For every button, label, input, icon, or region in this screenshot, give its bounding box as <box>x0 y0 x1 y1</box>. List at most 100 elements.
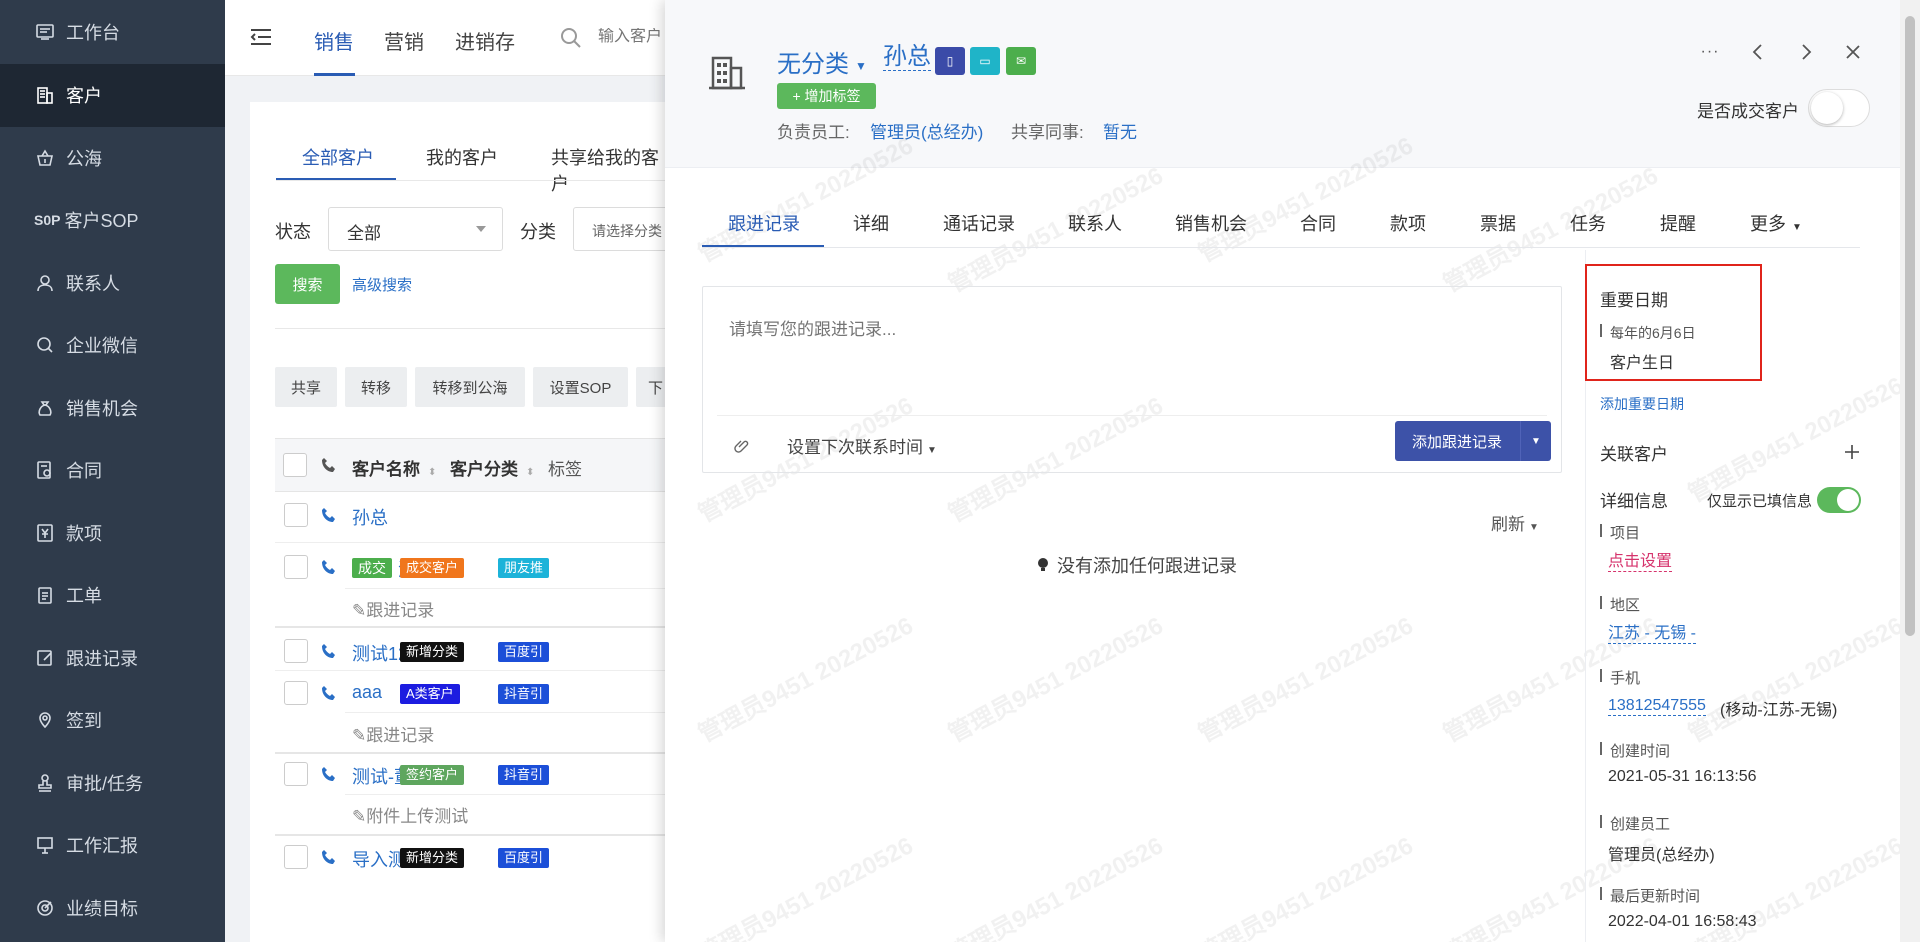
email-icon[interactable]: ✉ <box>1006 47 1036 75</box>
message-icon[interactable]: ▭ <box>970 47 1000 75</box>
move-to-pool-button[interactable]: 转移到公海 <box>415 367 525 407</box>
search-button[interactable]: 搜索 <box>275 264 340 304</box>
row-checkbox[interactable] <box>284 762 308 786</box>
tab-contracts[interactable]: 合同 <box>1300 210 1336 236</box>
tab-invoices[interactable]: 票据 <box>1480 210 1516 236</box>
subtab-my-customers[interactable]: 我的客户 <box>426 144 498 170</box>
row-checkbox[interactable] <box>284 555 308 579</box>
caret-down-icon: ▼ <box>927 445 937 456</box>
menu-collapse-icon[interactable] <box>249 27 273 47</box>
next-contact-dropdown[interactable]: 设置下次联系时间 ▼ <box>787 433 937 458</box>
nav-tab-inventory[interactable]: 进销存 <box>455 26 515 55</box>
sidebar-item-tickets[interactable]: 工单 <box>0 564 225 627</box>
category-dropdown[interactable]: 无分类 ▼ <box>777 44 867 79</box>
sidebar-item-contracts[interactable]: 合同 <box>0 439 225 502</box>
region-value[interactable]: 江苏 - 无锡 - <box>1608 624 1696 644</box>
source-tag: 百度引 <box>498 642 550 662</box>
share-value[interactable]: 暂无 <box>1103 118 1137 143</box>
sidebar-item-followups[interactable]: 跟进记录 <box>0 627 225 690</box>
subtab-shared-customers[interactable]: 共享给我的客户 <box>551 144 670 196</box>
only-filled-toggle[interactable] <box>1817 487 1861 513</box>
row-checkbox[interactable] <box>284 681 308 705</box>
chevron-left-icon[interactable] <box>1748 42 1768 62</box>
phone-icon[interactable] <box>321 849 337 865</box>
sidebar-item-wecom[interactable]: 企业微信 <box>0 314 225 377</box>
sidebar-item-approval[interactable]: 审批/任务 <box>0 752 225 815</box>
customer-name-link[interactable]: aaa <box>352 682 382 703</box>
plus-icon[interactable] <box>1843 443 1861 461</box>
search-icon[interactable] <box>560 27 582 49</box>
scrollbar-thumb[interactable] <box>1905 16 1915 636</box>
sidebar-item-label: 款项 <box>66 523 102 544</box>
sidebar-item-dashboard[interactable]: 工作台 <box>0 0 225 64</box>
followup-editor: 设置下次联系时间 ▼ 添加跟进记录 ▼ <box>702 286 1562 473</box>
phone-icon[interactable] <box>321 643 337 659</box>
nav-tab-marketing[interactable]: 营销 <box>384 26 424 55</box>
tab-payments[interactable]: 款项 <box>1390 210 1426 236</box>
presentation-icon <box>34 834 56 856</box>
followup-record-link[interactable]: ✎跟进记录 <box>352 596 434 621</box>
sidebar-item-opportunities[interactable]: 销售机会 <box>0 377 225 440</box>
tab-more[interactable]: 更多 ▼ <box>1750 210 1802 236</box>
mobile-icon[interactable]: ▯ <box>935 47 965 75</box>
followup-record-link[interactable]: ✎跟进记录 <box>352 721 434 746</box>
tab-call-records[interactable]: 通话记录 <box>943 210 1015 236</box>
close-icon[interactable] <box>1843 42 1863 62</box>
chevron-right-icon[interactable] <box>1796 42 1816 62</box>
add-important-date-link[interactable]: 添加重要日期 <box>1600 394 1684 414</box>
tab-opportunities[interactable]: 销售机会 <box>1175 210 1247 236</box>
phone-value[interactable]: 13812547555 <box>1608 696 1706 716</box>
owner-value[interactable]: 管理员(总经办) <box>870 118 983 143</box>
column-customer-name[interactable]: 客户名称 ⬍ <box>352 455 436 480</box>
transfer-button[interactable]: 转移 <box>345 367 407 407</box>
sidebar-item-customers[interactable]: 客户 <box>0 64 225 127</box>
share-button[interactable]: 共享 <box>275 367 337 407</box>
phone-icon[interactable] <box>321 685 337 701</box>
subtab-all-customers[interactable]: 全部客户 <box>302 144 374 170</box>
sidebar-item-label: 审批/任务 <box>66 773 144 794</box>
sidebar-item-public-pool[interactable]: 公海 <box>0 127 225 190</box>
category-tag: 新增分类 <box>400 642 465 662</box>
row-checkbox[interactable] <box>284 503 308 527</box>
select-all-checkbox[interactable] <box>283 453 307 477</box>
status-select[interactable]: 全部 <box>328 207 503 251</box>
attachment-icon[interactable] <box>733 437 749 453</box>
caret-down-icon: ▼ <box>1531 435 1541 447</box>
refresh-dropdown[interactable]: 刷新 ▼ <box>1491 510 1539 535</box>
customer-name-link[interactable]: 孙总 <box>352 504 388 530</box>
tab-contacts[interactable]: 联系人 <box>1068 210 1122 236</box>
set-sop-button[interactable]: 设置SOP <box>533 367 628 407</box>
add-followup-button[interactable]: 添加跟进记录 ▼ <box>1395 421 1551 461</box>
sidebar-item-payments[interactable]: 款项 <box>0 502 225 565</box>
nav-tab-sales[interactable]: 销售 <box>314 26 354 55</box>
tab-reminders[interactable]: 提醒 <box>1660 210 1696 236</box>
phone-icon[interactable] <box>321 559 337 575</box>
active-tab-indicator <box>314 73 355 76</box>
scrollbar[interactable] <box>1900 0 1920 942</box>
followup-textarea[interactable] <box>703 287 1561 412</box>
row-checkbox[interactable] <box>284 639 308 663</box>
tab-tasks[interactable]: 任务 <box>1570 210 1606 236</box>
sidebar-item-checkin[interactable]: 签到 <box>0 689 225 752</box>
project-set-link[interactable]: 点击设置 <box>1608 552 1673 572</box>
customer-name-title[interactable]: 孙总 <box>883 44 931 71</box>
category-tag: 签约客户 <box>400 765 465 785</box>
sidebar-item-contacts[interactable]: 联系人 <box>0 252 225 315</box>
advanced-search-link[interactable]: 高级搜索 <box>352 274 412 295</box>
more-options-icon[interactable]: ··· <box>1700 42 1720 62</box>
sidebar-item-customer-sop[interactable]: S0P 客户SOP <box>0 189 225 252</box>
deal-customer-toggle[interactable] <box>1808 89 1870 127</box>
phone-icon[interactable] <box>321 766 337 782</box>
column-customer-category[interactable]: 客户分类 ⬍ <box>450 455 534 480</box>
phone-icon[interactable] <box>321 507 337 523</box>
add-tag-button[interactable]: + 增加标签 <box>777 83 876 109</box>
sidebar-item-reports[interactable]: 工作汇报 <box>0 814 225 877</box>
followup-record-link[interactable]: ✎附件上传测试 <box>352 802 468 827</box>
row-checkbox[interactable] <box>284 845 308 869</box>
add-followup-dropdown[interactable]: ▼ <box>1520 421 1551 461</box>
row-divider <box>275 626 675 628</box>
sidebar-item-targets[interactable]: 业绩目标 <box>0 877 225 940</box>
tab-followups[interactable]: 跟进记录 <box>728 210 800 236</box>
tab-details[interactable]: 详细 <box>853 210 889 236</box>
divider <box>275 328 675 329</box>
